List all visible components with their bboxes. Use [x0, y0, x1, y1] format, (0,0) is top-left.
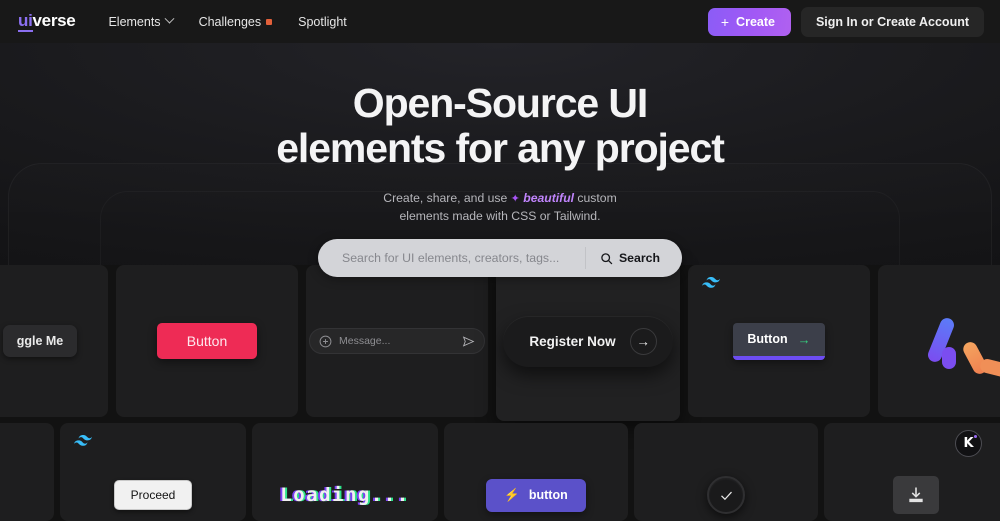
hero-sub-highlight: beautiful [523, 191, 575, 205]
logo-ui-text: ui [18, 11, 33, 32]
help-badge[interactable]: K [955, 430, 982, 457]
card-partial-left[interactable] [0, 423, 54, 521]
uiverse-homepage: ui verse Elements Challenges Spotlight + … [0, 0, 1000, 521]
card-lightning-button[interactable]: ⚡ button [444, 423, 628, 521]
card-message-input[interactable]: Message... [306, 265, 488, 417]
new-dot-icon [266, 18, 273, 25]
search-bar[interactable]: Search [318, 239, 682, 277]
nav-item-challenges[interactable]: Challenges [199, 15, 273, 29]
nav-item-elements[interactable]: Elements [108, 13, 175, 29]
top-navigation-bar: ui verse Elements Challenges Spotlight + … [0, 0, 1000, 43]
card-proceed[interactable]: Proceed [60, 423, 246, 521]
tailwind-button-label: Button [747, 332, 788, 346]
hero-title-line2: elements for any project [276, 125, 725, 171]
card-toggle[interactable]: ggle Me [0, 265, 108, 417]
nav-challenges-label: Challenges [198, 14, 262, 29]
register-now-label: Register Now [529, 333, 616, 349]
hero-section: Open-Source UI elements for any project … [0, 43, 1000, 265]
arrow-right-icon: → [629, 327, 657, 355]
card-tailwind-button[interactable]: Button → [688, 265, 870, 417]
nav-elements-label: Elements [108, 14, 161, 29]
send-icon[interactable] [462, 335, 475, 348]
download-button[interactable] [893, 476, 939, 514]
check-icon [720, 491, 732, 500]
card-pink-button[interactable]: Button [116, 265, 298, 417]
arrow-right-icon: → [797, 331, 811, 347]
site-logo[interactable]: ui verse [18, 11, 76, 32]
element-card-grid: ggle Me Button Message... Register Now → [0, 261, 1000, 521]
card-check-button[interactable] [634, 423, 818, 521]
pink-button[interactable]: Button [156, 323, 258, 359]
search-icon [601, 252, 613, 264]
sparkle-icon: ✦ [510, 193, 520, 205]
download-icon [909, 487, 923, 503]
card-color-loader[interactable] [878, 265, 1000, 417]
tailwind-logo-icon [702, 277, 720, 288]
card-register-now[interactable]: Register Now → [496, 261, 680, 421]
tailwind-button[interactable]: Button → [733, 322, 825, 360]
plus-circle-icon [319, 335, 332, 347]
create-button-label: Create [736, 14, 775, 29]
hero-sub-pre: Create, share, and use [383, 191, 511, 205]
lightning-icon: ⚡ [504, 487, 520, 502]
plus-icon: + [720, 13, 730, 30]
nav-item-spotlight[interactable]: Spotlight [298, 15, 347, 29]
search-button[interactable]: Search [584, 247, 682, 269]
main-nav: Elements Challenges Spotlight [108, 13, 347, 29]
card-loading-glitch[interactable]: Loading... [252, 423, 438, 521]
page-title: Open-Source UI elements for any project [0, 80, 1000, 171]
tailwind-logo-icon [74, 435, 92, 446]
toggle-me-button[interactable]: ggle Me [2, 325, 78, 357]
register-now-button[interactable]: Register Now → [503, 315, 673, 367]
proceed-button[interactable]: Proceed [113, 480, 193, 510]
hero-sub-line2: elements made with CSS or Tailwind. [399, 208, 601, 223]
chevron-down-icon [164, 13, 175, 24]
hero-sub-post: custom [574, 191, 617, 205]
lightning-button[interactable]: ⚡ button [486, 478, 586, 512]
message-input-bar[interactable]: Message... [309, 328, 485, 354]
message-placeholder: Message... [339, 335, 391, 347]
hero-title-line1: Open-Source UI [352, 80, 649, 126]
check-button[interactable] [707, 476, 745, 514]
notification-dot-icon [974, 435, 977, 438]
help-badge-glyph: K [963, 436, 974, 451]
nav-spotlight-label: Spotlight [298, 14, 347, 29]
color-loader-animation [914, 311, 1000, 379]
search-input[interactable] [318, 251, 585, 265]
sign-in-button[interactable]: Sign In or Create Account [800, 6, 984, 37]
search-button-label: Search [618, 251, 660, 265]
header-actions: + Create Sign In or Create Account [707, 6, 984, 37]
hero-subtitle: Create, share, and use ✦ beautiful custo… [0, 190, 1000, 224]
create-button[interactable]: + Create [707, 7, 791, 36]
loading-glitch-text: Loading... [280, 484, 410, 506]
lightning-button-label: button [528, 488, 568, 502]
logo-verse-text: verse [32, 11, 76, 31]
